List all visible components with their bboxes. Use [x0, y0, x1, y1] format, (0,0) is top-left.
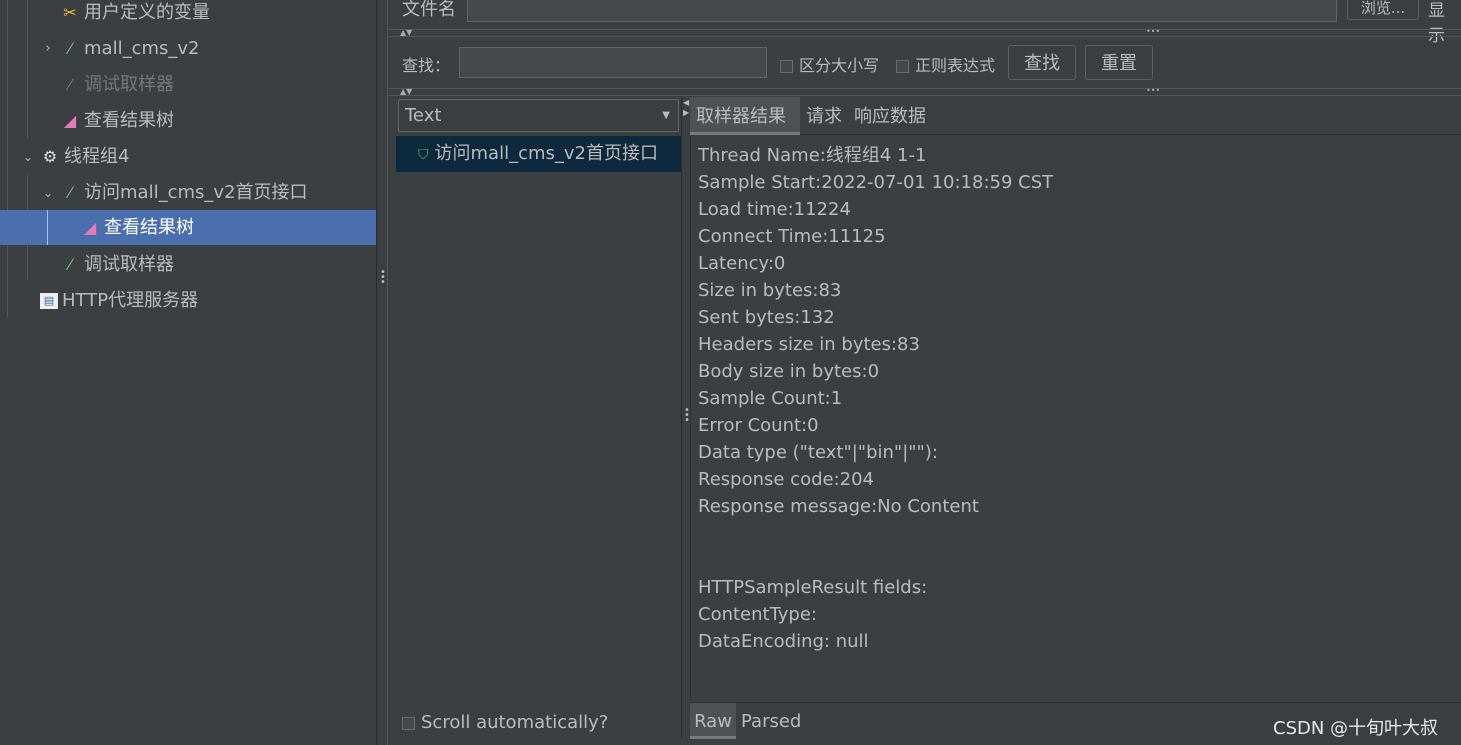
detail-line: Data type ("text"|"bin"|""):: [698, 442, 938, 463]
gear-icon: ⚙: [42, 147, 58, 166]
detail-line: Sample Count:1: [698, 388, 843, 409]
detail-line: Sample Start:2022-07-01 10:18:59 CST: [698, 172, 1054, 193]
tree-item-http-request[interactable]: ⌄ ⁄ 访问mall_cms_v2首页接口: [40, 175, 308, 211]
tab-parsed[interactable]: Parsed: [741, 703, 801, 741]
filename-input[interactable]: [467, 0, 1337, 22]
tree-item-mall-cms[interactable]: › ⁄ mall_cms_v2: [40, 31, 199, 67]
watermark: CSDN @十旬叶大叔: [1273, 718, 1439, 739]
tab-response-data[interactable]: 响应数据: [854, 97, 926, 137]
pipette-icon: ⁄: [68, 39, 72, 58]
detail-line: Body size in bytes:0: [698, 361, 880, 382]
filename-label: 文件名: [402, 0, 456, 20]
results-tree-icon: ◢: [83, 218, 97, 237]
case-sensitive-checkbox[interactable]: 区分大小写: [780, 52, 879, 76]
detail-line: HTTPSampleResult fields:: [698, 577, 928, 598]
sampler-result-text[interactable]: Thread Name:线程组4 1-1 Sample Start:2022-07…: [690, 136, 1461, 701]
detail-line: Thread Name:线程组4 1-1: [698, 145, 927, 166]
test-plan-tree: ✂ 用户定义的变量 › ⁄ mall_cms_v2 ⁄ 调试取样器 ◢ 查看结果树 ⌄ ⚙ 线…: [0, 0, 376, 745]
search-label: 查找：: [402, 56, 451, 75]
detail-line: [698, 520, 1461, 547]
tree-item-debug-sampler-disabled[interactable]: ⁄ 调试取样器: [60, 67, 174, 103]
detail-tabs: 取样器结果 请求 响应数据: [690, 97, 1461, 135]
detail-line: ContentType:: [698, 604, 817, 625]
pipette-icon: ⁄: [68, 255, 72, 274]
chevron-down-icon: ▼: [662, 110, 670, 121]
result-item[interactable]: ⛉ 访问mall_cms_v2首页接口: [396, 136, 681, 172]
detail-line: Response code:204: [698, 469, 875, 490]
results-split-handle[interactable]: ◀ ▶ • • •: [681, 98, 690, 738]
tab-sampler-result[interactable]: 取样器结果: [690, 97, 800, 135]
detail-line: Response message:No Content: [698, 496, 979, 517]
chevron-down-icon[interactable]: ⌄: [20, 147, 36, 167]
vertical-split-handle[interactable]: • • •: [376, 0, 388, 745]
detail-line: [698, 547, 1461, 574]
chevron-right-icon[interactable]: ›: [40, 39, 56, 59]
tree-item-thread-group-4[interactable]: ⌄ ⚙ 线程组4: [20, 139, 129, 175]
horizontal-splitter-2[interactable]: ▲▼ •••: [388, 86, 1461, 96]
tree-item-results-tree[interactable]: ◢ 查看结果树: [60, 103, 174, 139]
tree-item-http-proxy[interactable]: ▤ HTTP代理服务器: [40, 283, 198, 319]
tab-raw[interactable]: Raw: [690, 703, 736, 739]
display-label: 显示: [1428, 1, 1445, 46]
success-shield-icon: ⛉: [418, 147, 429, 163]
regex-checkbox[interactable]: 正则表达式: [896, 52, 995, 76]
scroll-automatically-checkbox[interactable]: Scroll automatically?: [402, 712, 608, 733]
tree-item-user-variables[interactable]: ✂ 用户定义的变量: [60, 0, 210, 31]
renderer-select[interactable]: Text ▼: [398, 99, 679, 132]
results-tree-icon: ◢: [63, 111, 77, 130]
detail-line: Sent bytes:132: [698, 307, 835, 328]
tab-request[interactable]: 请求: [806, 97, 842, 137]
detail-line: Latency:0: [698, 253, 786, 274]
proxy-server-icon: ▤: [40, 293, 58, 309]
reset-button[interactable]: 重置: [1085, 45, 1153, 80]
browse-button[interactable]: 浏览...: [1347, 0, 1419, 20]
pipette-icon: ⁄: [68, 183, 72, 202]
detail-line: Load time:11224: [698, 199, 851, 220]
horizontal-splitter-1[interactable]: ▲▼ •••: [388, 27, 1461, 37]
pipette-icon: ⁄: [68, 75, 72, 94]
tree-item-debug-sampler[interactable]: ⁄ 调试取样器: [60, 247, 174, 283]
find-button[interactable]: 查找: [1008, 45, 1076, 80]
tree-item-results-tree-selected[interactable]: ◢ 查看结果树: [80, 210, 194, 246]
detail-line: Headers size in bytes:83: [698, 334, 920, 355]
detail-line: Error Count:0: [698, 415, 819, 436]
search-input[interactable]: [459, 47, 767, 78]
detail-line: Connect Time:11125: [698, 226, 886, 247]
wrench-screwdriver-icon: ✂: [63, 3, 77, 22]
detail-line: Size in bytes:83: [698, 280, 842, 301]
chevron-down-icon[interactable]: ⌄: [40, 183, 56, 203]
detail-line: DataEncoding: null: [698, 631, 869, 652]
